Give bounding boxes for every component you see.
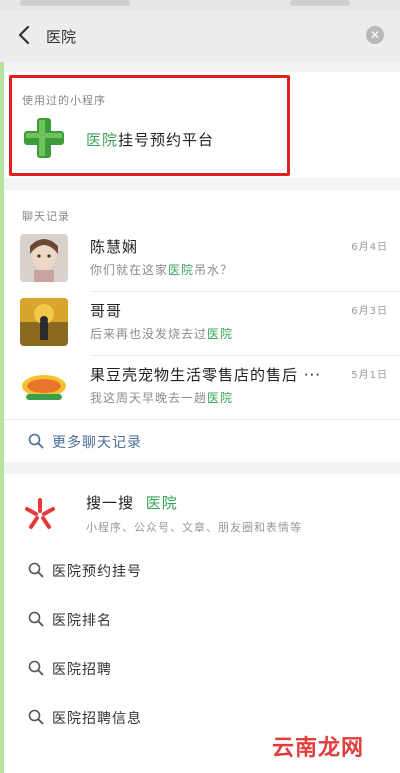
chat-name: 果豆壳宠物生活零售店的售后 ···	[90, 366, 322, 384]
search-input[interactable]: 医院	[46, 26, 76, 47]
status-left-icons	[20, 0, 130, 6]
clear-icon[interactable]: ✕	[366, 26, 384, 44]
search-icon	[28, 433, 44, 449]
search-icon	[28, 611, 44, 627]
sou-yi-sou-title: 搜一搜	[86, 494, 135, 512]
suggestion-label: 医院招聘信息	[52, 711, 142, 727]
watermark: 云南龙网	[271, 736, 364, 761]
suggestion-item[interactable]: 医院预约挂号	[4, 548, 400, 594]
suggestion-item[interactable]: 医院排名	[4, 597, 400, 643]
avatar	[20, 298, 68, 346]
chat-message: 后来再也没发烧去过医院	[90, 325, 233, 342]
chat-message-text: 后来再也没发烧去过	[90, 327, 208, 341]
search-icon	[28, 709, 44, 725]
chat-row[interactable]: 哥哥 后来再也没发烧去过医院 6月3日	[4, 292, 400, 356]
search-icon	[28, 562, 44, 578]
chat-date: 5月1日	[351, 370, 388, 381]
avatar	[20, 362, 68, 410]
chat-row[interactable]: 陈慧娴 你们就在这家医院吊水？ 6月4日	[4, 228, 400, 292]
chat-message-text: 吊水？	[194, 263, 234, 277]
suggestion-label: 医院招聘	[52, 662, 112, 678]
more-chat-history-label: 更多聊天记录	[52, 435, 142, 451]
search-bar[interactable]: 医院 ✕	[0, 10, 400, 62]
more-chat-history-button[interactable]: 更多聊天记录	[4, 422, 400, 462]
chat-message: 你们就在这家医院吊水？	[90, 261, 233, 278]
suggestion-item[interactable]: 医院招聘	[4, 646, 400, 692]
chat-date: 6月3日	[351, 306, 388, 317]
chat-name: 陈慧娴	[90, 238, 139, 256]
chat-message-keyword: 医院	[168, 263, 195, 277]
sou-yi-sou-icon	[25, 498, 55, 529]
red-highlight-box	[9, 75, 290, 176]
chat-message: 我这周天早晚去一趟医院	[90, 389, 233, 406]
suggestion-label: 医院排名	[52, 613, 112, 629]
chat-message-keyword: 医院	[207, 327, 234, 341]
back-arrow-icon[interactable]	[14, 24, 36, 46]
sou-yi-sou-keyword: 医院	[145, 494, 178, 512]
divider	[4, 419, 400, 420]
status-bar	[0, 0, 400, 10]
search-icon	[28, 660, 44, 676]
sou-yi-sou-item[interactable]: 搜一搜 医院	[86, 492, 178, 513]
chat-name: 哥哥	[90, 302, 123, 320]
avatar	[20, 234, 68, 282]
chat-history-header: 聊天记录	[22, 210, 70, 223]
chat-message-keyword: 医院	[207, 391, 234, 405]
sou-yi-sou-subtitle: 小程序、公众号、文章、朋友圈和表情等	[86, 521, 302, 534]
chat-date: 6月4日	[351, 242, 388, 253]
suggestion-label: 医院预约挂号	[52, 564, 142, 580]
chat-row[interactable]: 果豆壳宠物生活零售店的售后 ··· 我这周天早晚去一趟医院 5月1日	[4, 356, 400, 420]
status-right-icons	[290, 0, 350, 6]
chat-message-text: 我这周天早晚去一趟	[90, 391, 208, 405]
chat-message-text: 你们就在这家	[90, 263, 169, 277]
